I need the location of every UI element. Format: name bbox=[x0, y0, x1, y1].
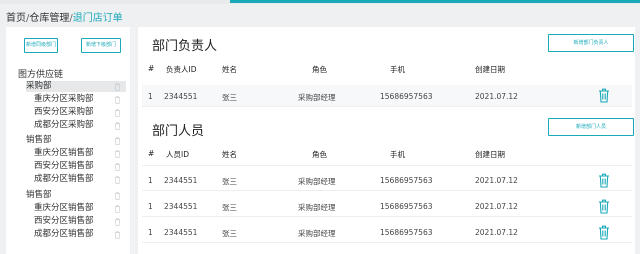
cell-role: 采购部经理 bbox=[298, 177, 336, 186]
cell-role: 采购部经理 bbox=[298, 203, 336, 212]
add-sub-dept-button[interactable]: 新增下级部门 bbox=[81, 38, 121, 53]
cell-phone: 15686957563 bbox=[380, 92, 433, 101]
col-header-no: # bbox=[148, 149, 155, 158]
cell-name: 张三 bbox=[222, 229, 237, 238]
cell-role: 采购部经理 bbox=[298, 229, 336, 238]
col-header-date: 创建日期 bbox=[475, 150, 505, 159]
cell-no: 1 bbox=[148, 92, 153, 101]
cell-date: 2021.07.12 bbox=[475, 92, 518, 101]
trash-icon[interactable] bbox=[114, 122, 121, 130]
cell-name: 张三 bbox=[222, 203, 237, 212]
tree-node[interactable]: 西安分区采购部 bbox=[34, 107, 94, 118]
tree-node-label: 西安分区销售部 bbox=[34, 161, 94, 171]
tree-root[interactable]: 图方供应链 bbox=[18, 67, 63, 80]
tree-node-label: 销售部 bbox=[26, 190, 52, 200]
cell-no: 1 bbox=[148, 228, 153, 237]
col-header-phone: 手机 bbox=[390, 150, 405, 159]
cell-date: 2021.07.12 bbox=[475, 202, 518, 211]
tree-node-label: 成都分区销售部 bbox=[34, 229, 94, 239]
tree-node-label: 重庆分区采购部 bbox=[34, 94, 94, 104]
leader-table-header: # 负责人ID 姓名 角色 手机 创建日期 bbox=[142, 57, 632, 85]
col-header-id: 负责人ID bbox=[166, 65, 197, 74]
cell-id: 2344551 bbox=[164, 202, 198, 211]
cell-no: 1 bbox=[148, 202, 153, 211]
tree-node-label: 成都分区采购部 bbox=[34, 120, 94, 130]
trash-icon[interactable] bbox=[114, 96, 121, 104]
divider bbox=[142, 165, 632, 166]
table-row: 1 2344551 张三 采购部经理 15686957563 2021.07.1… bbox=[142, 221, 632, 243]
trash-icon[interactable] bbox=[114, 137, 121, 145]
tree-node[interactable]: 成都分区采购部 bbox=[34, 120, 94, 131]
tree-node-purchasing[interactable]: 采购部 bbox=[26, 81, 126, 92]
sidebar-scrollbar[interactable] bbox=[131, 27, 135, 254]
table-row: 1 2344551 张三 采购部经理 15686957563 2021.07.1… bbox=[142, 85, 632, 107]
table-row: 1 2344551 张三 采购部经理 15686957563 2021.07.1… bbox=[142, 169, 632, 191]
department-sidebar: 新增同级部门 新增下级部门 图方供应链 采购部 重庆分区采购部 西安分区采购部 … bbox=[6, 27, 130, 254]
tree-node[interactable]: 西安分区销售部 bbox=[34, 161, 94, 172]
cell-role: 采购部经理 bbox=[298, 93, 336, 102]
col-header-name: 姓名 bbox=[222, 65, 237, 74]
breadcrumb-home[interactable]: 首页 bbox=[6, 13, 26, 24]
tree-node-label: 重庆分区销售部 bbox=[34, 148, 94, 158]
tree-node[interactable]: 重庆分区销售部 bbox=[34, 203, 94, 214]
cell-phone: 15686957563 bbox=[380, 228, 433, 237]
table-row: 1 2344551 张三 采购部经理 15686957563 2021.07.1… bbox=[142, 195, 632, 217]
leader-section-title: 部门负责人 bbox=[152, 39, 218, 54]
breadcrumb-warehouse[interactable]: 仓库管理 bbox=[29, 13, 69, 24]
trash-icon[interactable] bbox=[114, 150, 121, 158]
trash-icon[interactable] bbox=[114, 83, 121, 91]
col-header-role: 角色 bbox=[312, 150, 327, 159]
trash-icon[interactable] bbox=[114, 218, 121, 226]
trash-icon[interactable] bbox=[114, 231, 121, 239]
members-section-title: 部门人员 bbox=[152, 124, 205, 139]
cell-name: 张三 bbox=[222, 177, 237, 186]
tree-node[interactable]: 重庆分区采购部 bbox=[34, 94, 94, 105]
tree-node-label: 重庆分区销售部 bbox=[34, 203, 94, 213]
col-header-date: 创建日期 bbox=[475, 65, 505, 74]
trash-icon[interactable] bbox=[114, 176, 121, 184]
top-accent-bar bbox=[230, 0, 640, 3]
col-header-name: 姓名 bbox=[222, 150, 237, 159]
col-header-no: # bbox=[148, 64, 155, 73]
trash-icon[interactable] bbox=[598, 199, 610, 214]
cell-name: 张三 bbox=[222, 93, 237, 102]
tree-node-label: 西安分区采购部 bbox=[34, 107, 94, 117]
trash-icon[interactable] bbox=[598, 225, 610, 240]
tree-node[interactable]: 西安分区销售部 bbox=[34, 216, 94, 227]
tree-node-sales[interactable]: 销售部 bbox=[26, 135, 52, 146]
breadcrumb-current: 退门店订单 bbox=[72, 13, 123, 24]
tree-node[interactable]: 重庆分区销售部 bbox=[34, 148, 94, 159]
main-panel: 部门负责人 新增部门负责人 # 负责人ID 姓名 角色 手机 创建日期 1 23… bbox=[138, 27, 635, 254]
tree-node-label: 采购部 bbox=[26, 81, 52, 91]
tree-node[interactable]: 成都分区销售部 bbox=[34, 174, 94, 185]
trash-icon[interactable] bbox=[114, 192, 121, 200]
col-header-role: 角色 bbox=[312, 65, 327, 74]
trash-icon[interactable] bbox=[598, 88, 610, 103]
col-header-id: 人员ID bbox=[166, 150, 189, 159]
cell-no: 1 bbox=[148, 176, 153, 185]
cell-id: 2344551 bbox=[164, 228, 198, 237]
tree-node[interactable]: 成都分区销售部 bbox=[34, 229, 94, 240]
add-member-button[interactable]: 新增部门人员 bbox=[548, 118, 634, 136]
trash-icon[interactable] bbox=[598, 173, 610, 188]
trash-icon[interactable] bbox=[114, 205, 121, 213]
tree-node-label: 成都分区销售部 bbox=[34, 174, 94, 184]
tree-node-label: 西安分区销售部 bbox=[34, 216, 94, 226]
trash-icon[interactable] bbox=[114, 109, 121, 117]
tree-node-sales[interactable]: 销售部 bbox=[26, 190, 52, 201]
add-same-level-dept-button[interactable]: 新增同级部门 bbox=[24, 38, 58, 53]
cell-id: 2344551 bbox=[164, 92, 198, 101]
tree-node-label: 销售部 bbox=[26, 135, 52, 145]
col-header-phone: 手机 bbox=[390, 65, 405, 74]
cell-phone: 15686957563 bbox=[380, 202, 433, 211]
breadcrumb: 首页/仓库管理/退门店订单 bbox=[6, 9, 123, 24]
cell-id: 2344551 bbox=[164, 176, 198, 185]
cell-date: 2021.07.12 bbox=[475, 228, 518, 237]
top-bar bbox=[0, 0, 640, 4]
trash-icon[interactable] bbox=[114, 163, 121, 171]
cell-phone: 15686957563 bbox=[380, 176, 433, 185]
cell-date: 2021.07.12 bbox=[475, 176, 518, 185]
add-leader-button[interactable]: 新增部门负责人 bbox=[548, 34, 634, 52]
